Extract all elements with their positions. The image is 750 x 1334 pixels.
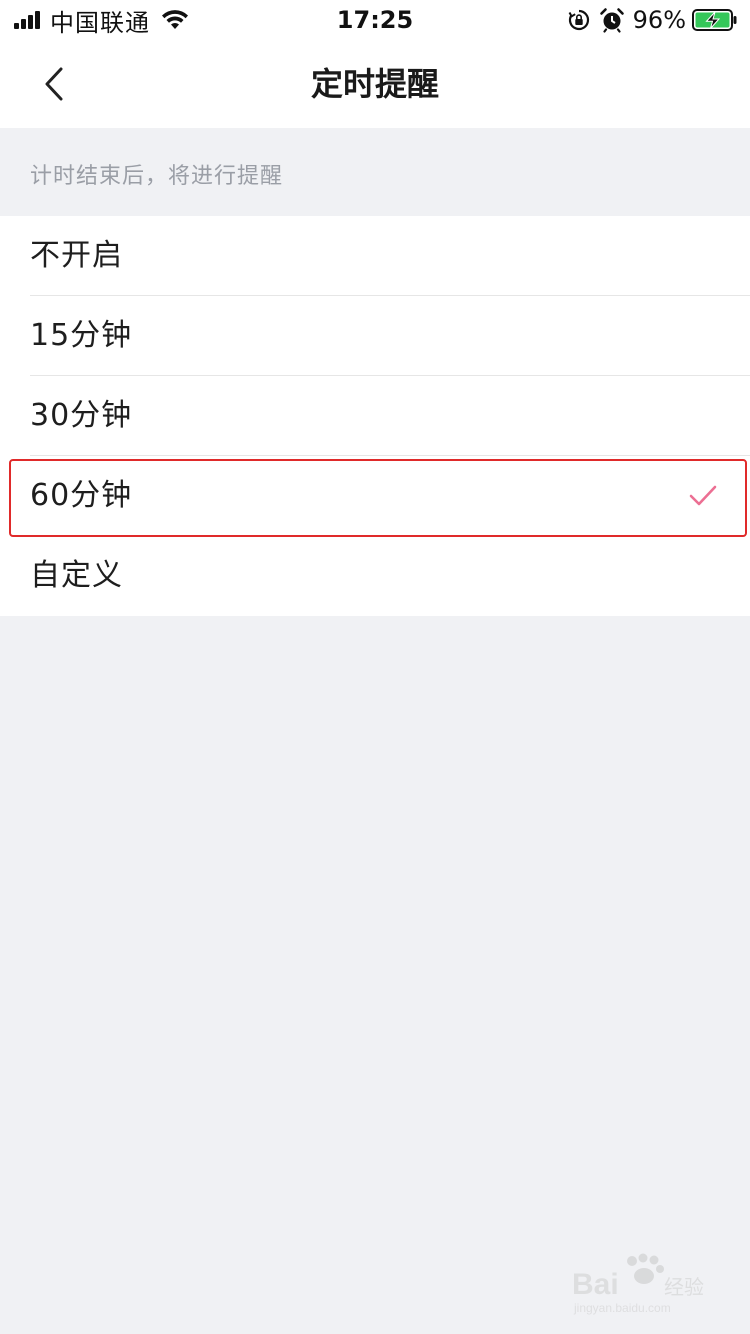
- option-label: 不开启: [30, 238, 123, 273]
- option-15-min[interactable]: 15分钟: [0, 296, 750, 376]
- back-button[interactable]: [24, 54, 84, 114]
- battery-percent: 96%: [632, 6, 686, 34]
- section-hint-text: 计时结束后，将进行提醒: [30, 164, 284, 189]
- option-label: 30分钟: [30, 398, 133, 433]
- svg-text:jingyan.baidu.com: jingyan.baidu.com: [573, 1301, 671, 1315]
- status-bar: 中国联通 17:25 96%: [0, 0, 750, 40]
- baidu-jingyan-watermark-logo: Bai 经验 jingyan.baidu.com: [570, 1252, 710, 1316]
- battery-charging-icon: [692, 9, 737, 31]
- page-title: 定时提醒: [310, 65, 439, 103]
- orientation-lock-icon: [568, 9, 589, 31]
- svg-text:Bai: Bai: [572, 1268, 619, 1301]
- option-label: 自定义: [30, 558, 123, 593]
- reminder-options-list: 不开启 15分钟 30分钟 60分钟 自定义: [0, 216, 750, 616]
- option-30-min[interactable]: 30分钟: [0, 376, 750, 456]
- status-bar-right: 96%: [567, 0, 738, 40]
- option-60-min[interactable]: 60分钟: [0, 456, 750, 536]
- option-custom[interactable]: 自定义: [0, 536, 750, 616]
- chevron-left-icon: [45, 67, 63, 101]
- alarm-icon: [599, 8, 624, 33]
- section-header: 计时结束后，将进行提醒: [0, 128, 750, 216]
- nav-bar: 定时提醒: [0, 40, 750, 128]
- option-label: 60分钟: [30, 478, 133, 513]
- option-off[interactable]: 不开启: [0, 216, 750, 296]
- svg-text:经验: 经验: [664, 1275, 704, 1299]
- option-label: 15分钟: [30, 318, 133, 353]
- checkmark-icon: [688, 482, 718, 510]
